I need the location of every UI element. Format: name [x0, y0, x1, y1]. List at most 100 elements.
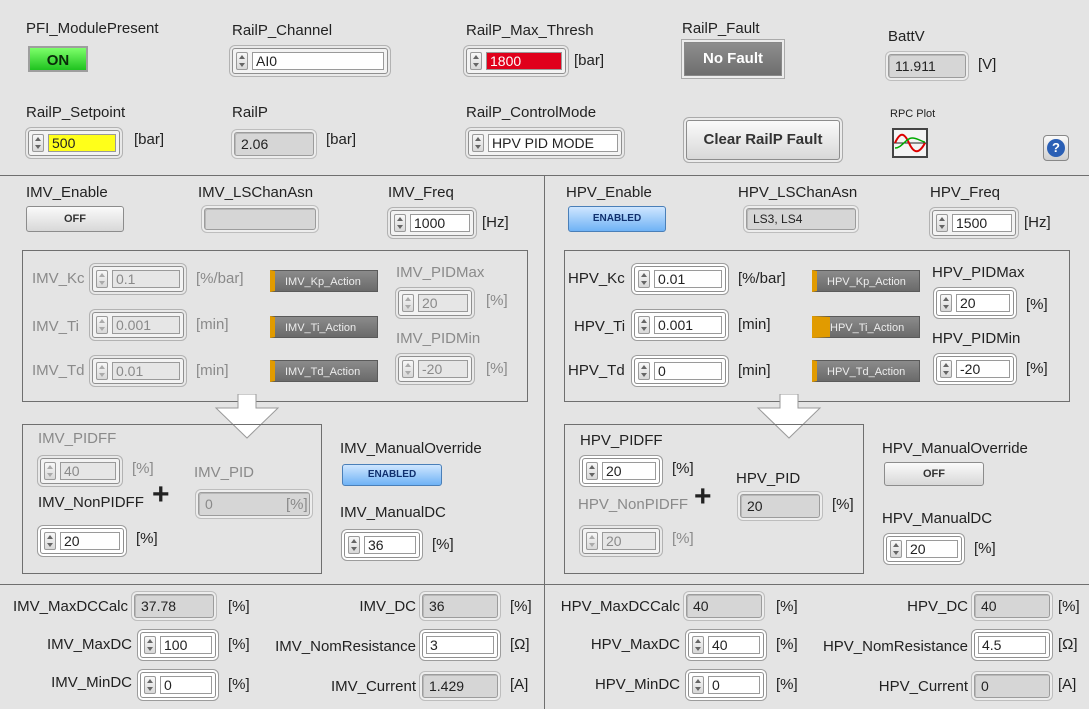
rpc-plot-icon[interactable]	[892, 128, 928, 158]
rail-max-thresh-control[interactable]: 1800	[466, 48, 566, 74]
rail-fault-indicator: No Fault	[684, 42, 782, 76]
hpv-td-control[interactable]: 0	[634, 358, 726, 384]
hpv-enable-button[interactable]: ENABLED	[568, 206, 666, 232]
hpv-ti-action-indicator: HPV_Ti_Action	[812, 316, 920, 338]
hpv-kc-label: HPV_Kc	[568, 270, 625, 287]
imv-enable-button[interactable]: OFF	[26, 206, 124, 232]
hpv-pidmin-unit: [%]	[1026, 360, 1048, 377]
spin-icon[interactable]	[144, 676, 156, 694]
imv-maxdccalc-unit: [%]	[228, 598, 250, 615]
hpv-td-unit: [min]	[738, 362, 771, 379]
help-button[interactable]: ?	[1043, 135, 1069, 161]
imv-ti-control[interactable]: 0.001	[92, 312, 184, 338]
spin-icon[interactable]	[692, 676, 704, 694]
hpv-nonpidff-unit: [%]	[672, 530, 694, 547]
spin-icon[interactable]	[236, 52, 248, 70]
spin-icon[interactable]	[936, 214, 948, 232]
rail-setpoint-unit: [bar]	[134, 131, 165, 148]
imv-maxdc-label: IMV_MaxDC	[46, 636, 132, 653]
batt-v-indicator: 11.911	[888, 54, 966, 78]
imv-td-control[interactable]: 0.01	[92, 358, 184, 384]
imv-dc-unit: [%]	[510, 598, 532, 615]
imv-nomresistance-control[interactable]: 3	[422, 632, 498, 658]
spin-icon[interactable]	[940, 294, 952, 312]
imv-pid-label: IMV_PID	[194, 464, 255, 481]
imv-dc-label: IMV_DC	[359, 598, 416, 615]
imv-plus-icon: +	[152, 478, 170, 511]
imv-lschanasn-indicator	[204, 208, 316, 230]
hpv-pid-unit: [%]	[832, 496, 854, 513]
hpv-pidmin-control[interactable]: -20	[936, 356, 1014, 382]
spin-icon[interactable]	[44, 462, 56, 480]
imv-kc-control[interactable]: 0.1	[92, 266, 184, 292]
hpv-current-label: HPV_Current	[878, 678, 968, 695]
spin-icon[interactable]	[472, 134, 484, 152]
imv-ti-action-indicator: IMV_Ti_Action	[270, 316, 378, 338]
imv-manualdc-unit: [%]	[432, 536, 454, 553]
hpv-manual-override-button[interactable]: OFF	[884, 462, 984, 486]
imv-manualdc-control[interactable]: 36	[344, 532, 420, 558]
hpv-kc-control[interactable]: 0.01	[634, 266, 726, 292]
spin-icon[interactable]	[96, 316, 108, 334]
imv-mindc-control[interactable]: 0	[140, 672, 216, 698]
spin-icon[interactable]	[638, 362, 650, 380]
imv-pidmax-control[interactable]: 20	[398, 290, 472, 316]
spin-icon[interactable]	[144, 636, 156, 654]
imv-pidff-control[interactable]: 40	[40, 458, 120, 484]
hpv-pidmax-control[interactable]: 20	[936, 290, 1014, 316]
hpv-freq-control[interactable]: 1500	[932, 210, 1016, 236]
imv-nonpidff-control[interactable]: 20	[40, 528, 124, 554]
imv-kp-action-indicator: IMV_Kp_Action	[270, 270, 378, 292]
spin-icon[interactable]	[44, 532, 56, 550]
hpv-nonpidff-control[interactable]: 20	[582, 528, 660, 554]
spin-icon[interactable]	[586, 462, 598, 480]
spin-icon[interactable]	[586, 532, 598, 550]
spin-icon[interactable]	[96, 362, 108, 380]
spin-icon[interactable]	[692, 636, 704, 654]
imv-pidff-label: IMV_PIDFF	[38, 430, 117, 447]
spin-icon[interactable]	[638, 316, 650, 334]
hpv-lschanasn-indicator: LS3, LS4	[746, 208, 856, 230]
clear-rail-fault-button[interactable]: Clear RailP Fault	[686, 120, 840, 160]
hpv-nomresistance-control[interactable]: 4.5	[974, 632, 1050, 658]
hpv-maxdc-control[interactable]: 40	[688, 632, 764, 658]
spin-icon[interactable]	[402, 294, 414, 312]
imv-manual-override-button[interactable]: ENABLED	[342, 464, 442, 486]
hpv-ti-control[interactable]: 0.001	[634, 312, 726, 338]
imv-manualdc-label: IMV_ManualDC	[340, 504, 446, 521]
imv-pidmin-control[interactable]: -20	[398, 356, 472, 382]
hpv-nomresistance-label: HPV_NomResistance	[822, 638, 968, 655]
help-icon: ?	[1047, 139, 1065, 157]
spin-icon[interactable]	[348, 536, 360, 554]
imv-lschanasn-label: IMV_LSChanAsn	[198, 184, 314, 201]
rail-control-mode-select[interactable]: HPV PID MODE	[468, 130, 622, 156]
spin-icon[interactable]	[890, 540, 902, 558]
hpv-ti-label: HPV_Ti	[574, 318, 626, 335]
rail-channel-select[interactable]: AI0	[232, 48, 388, 74]
center-separator	[544, 176, 545, 709]
hpv-dc-indicator: 40	[974, 594, 1050, 618]
imv-nonpidff-unit: [%]	[136, 530, 158, 547]
spin-icon[interactable]	[470, 52, 482, 70]
imv-nomresistance-unit: [Ω]	[510, 636, 530, 653]
spin-icon[interactable]	[32, 134, 44, 152]
hpv-mindc-control[interactable]: 0	[688, 672, 764, 698]
imv-current-unit: [A]	[510, 676, 529, 693]
rail-setpoint-control[interactable]: 500	[28, 130, 120, 156]
hpv-pidmax-label: HPV_PIDMax	[932, 264, 1025, 281]
bottom-separator	[0, 584, 1089, 585]
spin-icon[interactable]	[96, 270, 108, 288]
hpv-manualdc-label: HPV_ManualDC	[882, 510, 993, 527]
imv-maxdc-control[interactable]: 100	[140, 632, 216, 658]
spin-icon[interactable]	[940, 360, 952, 378]
imv-maxdc-unit: [%]	[228, 636, 250, 653]
hpv-manualdc-control[interactable]: 20	[886, 536, 962, 562]
spin-icon[interactable]	[638, 270, 650, 288]
hpv-mindc-label: HPV_MinDC	[594, 676, 680, 693]
imv-ti-label: IMV_Ti	[32, 318, 79, 335]
spin-icon[interactable]	[394, 214, 406, 232]
hpv-pidmin-label: HPV_PIDMin	[932, 330, 1021, 347]
imv-freq-control[interactable]: 1000	[390, 210, 474, 236]
hpv-pidff-control[interactable]: 20	[582, 458, 660, 484]
spin-icon[interactable]	[402, 360, 414, 378]
